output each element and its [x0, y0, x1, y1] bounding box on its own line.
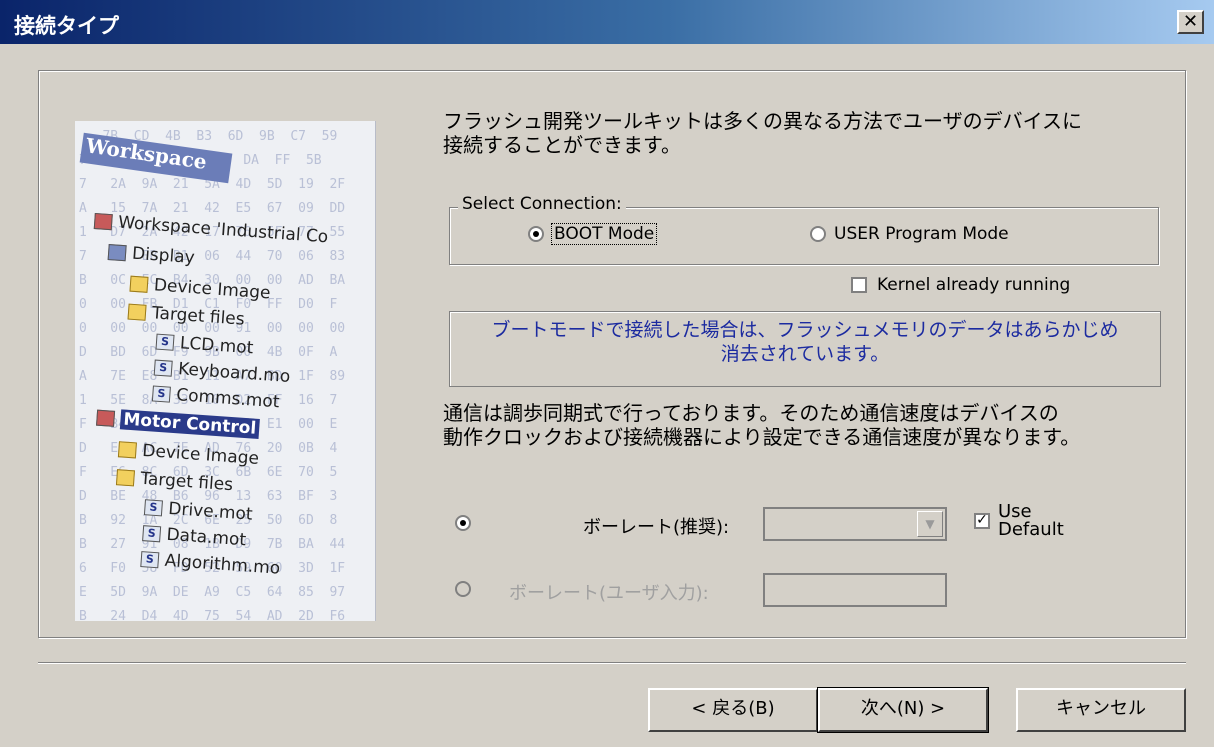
boot-mode-option[interactable]: BOOT Mode — [528, 223, 658, 245]
folder-icon — [117, 441, 137, 459]
boot-mode-radio[interactable] — [528, 226, 544, 242]
baud-recommended-label: ボーレート(推奨): — [583, 517, 730, 538]
info-message-box: ブートモードで接続した場合は、フラッシュメモリのデータはあらかじめ 消去されてい… — [449, 311, 1161, 387]
next-button[interactable]: 次へ(N) > — [817, 687, 989, 733]
workspace-illustration: 7B CD 4B B3 6D 9B C7 597 4D B6 E1 30 DA … — [75, 121, 376, 621]
content-panel: 7B CD 4B B3 6D 9B C7 597 4D B6 E1 30 DA … — [38, 70, 1186, 638]
baud-user-radio[interactable] — [455, 581, 471, 597]
back-button[interactable]: < 戻る(B) — [648, 688, 818, 732]
baud-recommended-select[interactable]: ▼ — [763, 507, 947, 541]
folder-icon — [129, 275, 149, 293]
hex-line: B 24 D4 4D 75 54 AD 2D F6 — [79, 609, 346, 621]
user-program-mode-radio[interactable] — [810, 226, 826, 242]
window-title: 接続タイプ — [14, 14, 119, 38]
source-file-icon: S — [155, 333, 175, 351]
title-bar: 接続タイプ ✕ — [0, 0, 1214, 44]
separator — [38, 662, 1186, 664]
baud-user-input[interactable] — [763, 573, 947, 607]
intro-text: フラッシュ開発ツールキットは多くの異なる方法でユーザのデバイスに 接続することが… — [443, 109, 1082, 157]
baud-recommended-radio[interactable] — [455, 515, 471, 531]
baud-user-label: ボーレート(ユーザ入力): — [509, 583, 709, 604]
cancel-button[interactable]: キャンセル — [1016, 688, 1186, 732]
folder-icon — [127, 303, 147, 321]
close-icon: ✕ — [1182, 11, 1199, 32]
close-button[interactable]: ✕ — [1177, 10, 1204, 34]
use-default-checkbox[interactable]: ✓ — [974, 513, 990, 529]
kernel-running-option[interactable]: Kernel already running — [851, 275, 1070, 295]
source-file-icon: S — [153, 359, 173, 377]
project-icon — [107, 244, 127, 262]
user-program-mode-option[interactable]: USER Program Mode — [810, 224, 1009, 244]
project-icon — [96, 409, 116, 427]
description-text: 通信は調歩同期式で行っております。そのため通信速度はデバイスの 動作クロックおよ… — [443, 401, 1081, 449]
group-legend: Select Connection: — [458, 194, 626, 214]
source-file-icon: S — [151, 385, 171, 403]
use-default-option[interactable]: ✓ Use Default — [974, 503, 1064, 539]
source-file-icon: S — [142, 525, 162, 543]
source-file-icon: S — [143, 499, 163, 517]
hex-line: E 5D 9A DE A9 C5 64 85 97 — [79, 585, 346, 600]
select-connection-group: Select Connection: BOOT Mode USER Progra… — [449, 194, 1159, 265]
chevron-down-icon[interactable]: ▼ — [917, 511, 943, 537]
source-file-icon: S — [140, 551, 160, 569]
folder-icon — [115, 469, 136, 487]
kernel-running-checkbox[interactable] — [851, 277, 867, 293]
workspace-icon — [93, 212, 113, 231]
